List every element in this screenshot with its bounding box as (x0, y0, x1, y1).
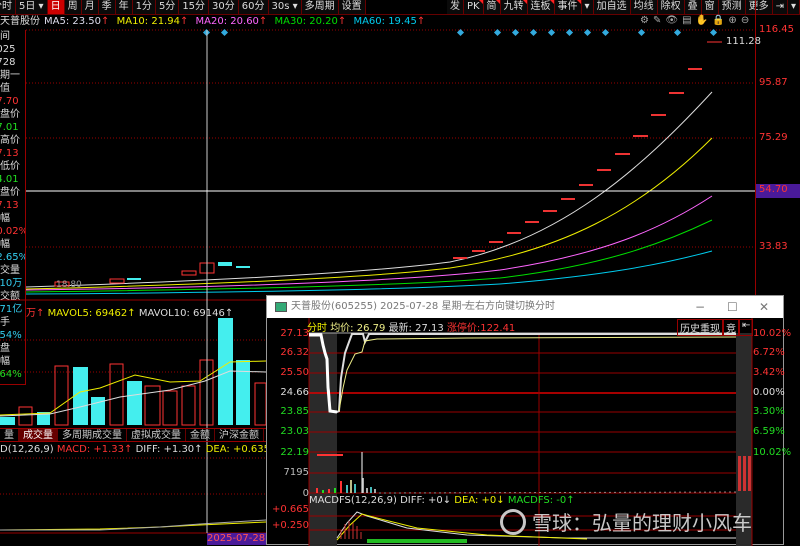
intraday-pct-tick: 3.42% (753, 367, 785, 378)
info-label-open-change: 开盘 (0, 343, 10, 354)
volume-unit: 万↑ (26, 308, 45, 319)
intraday-pct-tick: 3.30% (753, 406, 785, 417)
watermark-text: 雪球：弘量的理财小风车 (532, 511, 752, 535)
mavol5-value: MAVOL5: 69462↑ (47, 308, 136, 319)
info-year: 2025 (0, 44, 16, 55)
intraday-volume-tick: 7195 (283, 467, 309, 478)
mavol10-value: MAVOL10: 69146↑ (138, 308, 234, 319)
info-label-time: 时间 (0, 31, 10, 42)
intraday-volume-tick: 0 (302, 488, 309, 499)
minimize-button[interactable]: − (695, 296, 705, 318)
macdfs-dea: DEA: +0↓ (454, 495, 505, 506)
info-label-volume: 成交量 (0, 265, 20, 276)
info-open-change: 9.64% (0, 369, 22, 380)
macd-value: MACD: +1.33↑ (56, 444, 133, 455)
intraday-price-tick: 23.85 (280, 406, 309, 417)
intraday-price-tick: 27.13 (280, 328, 309, 339)
low-price-label: 18.80 (56, 280, 82, 290)
info-label-value: 数值 (0, 83, 10, 94)
tab-multi-period-volume[interactable]: 多周期成交量 (58, 429, 127, 441)
info-label-close: 收盘价 (0, 187, 20, 198)
info-label-amount: 成交额 (0, 291, 20, 302)
info-date: 0728 (0, 57, 16, 68)
price-tick: 116.45 (759, 24, 794, 35)
intraday-price-tick: 24.66 (280, 387, 309, 398)
watermark: 雪球：弘量的理财小风车 (500, 507, 752, 536)
limit-up-candles (453, 68, 702, 259)
intraday-pct-tick: 6.59% (753, 426, 785, 437)
auction-button[interactable]: 竞 (723, 319, 739, 336)
xueqiu-logo-icon (500, 508, 526, 535)
intraday-price-tick: 22.19 (280, 447, 309, 458)
intraday-price-tick: 26.32 (280, 347, 309, 358)
diff-value: DIFF: +1.30↑ (135, 444, 203, 455)
tab-volume-prev[interactable]: 量 (0, 429, 19, 441)
info-turnover: 0.54% (0, 330, 22, 341)
info-label-turnover: 换手 (0, 317, 10, 328)
tab-hs-amount[interactable]: 沪深金额 (215, 429, 264, 441)
price-tick: 33.83 (759, 241, 788, 252)
tab-amount[interactable]: 金额 (186, 429, 215, 441)
high-price-label: 111.28 (726, 36, 761, 47)
app-icon (275, 302, 287, 312)
info-amplitude: 12.65% (0, 252, 26, 263)
info-low: 24.01 (0, 174, 19, 185)
cursor-date-label: 2025-07-28,— (207, 533, 266, 545)
intraday-price-tick: 25.50 (280, 367, 309, 378)
intraday-buttons: 历史重现 竞 ⇤ (677, 319, 754, 336)
intraday-legend: 分时 均价: 26.79 最新: 27.13 涨停价:122.41 (307, 319, 515, 334)
cursor-price-label: 54.70 (756, 184, 800, 198)
collapse-icon[interactable]: ⇤ (739, 319, 754, 336)
limit-up-price: 涨停价:122.41 (446, 323, 516, 334)
macdfs-value: MACDFS: -0↑ (507, 495, 575, 506)
indicator-tabs: 量 成交量 多周期成交量 虚拟成交量 金额 沪深金额 沪深 (0, 428, 266, 442)
info-label-change: 涨幅 (0, 213, 10, 224)
avg-price: 均价: 26.79 (330, 323, 386, 334)
intraday-pct-tick: 10.02% (753, 328, 792, 339)
popup-title: 天普股份(605255) 2025-07-28 星期一 (291, 301, 472, 312)
info-amount: 2.71亿 (0, 304, 23, 315)
info-label-amplitude: 振幅 (0, 239, 10, 250)
last-price: 最新: 27.13 (388, 323, 444, 334)
history-replay-button[interactable]: 历史重现 (677, 319, 723, 336)
close-button[interactable]: ✕ (759, 296, 769, 318)
info-value: 27.70 (0, 96, 19, 107)
info-volume: 8.10万 (0, 278, 23, 289)
macd-name: D(12,26,9) (0, 444, 54, 455)
info-high: 27.13 (0, 148, 19, 159)
info-label-high: 最高价 (0, 135, 20, 146)
intraday-pct-tick: 10.02% (753, 447, 792, 458)
volume-legend: 万↑ MAVOL5: 69462↑ MAVOL10: 69146↑ (26, 304, 233, 319)
info-open: 27.01 (0, 122, 19, 133)
macdfs-name: MACDFS(12,26,9) (309, 495, 397, 506)
intraday-price-tick: 23.03 (280, 426, 309, 437)
intraday-label: 分时 (307, 323, 327, 334)
popup-hint: 左右方向键切换分时 (465, 301, 555, 312)
popup-titlebar[interactable]: 天普股份(605255) 2025-07-28 星期一 左右方向键切换分时 − … (267, 296, 783, 318)
tab-virtual-volume[interactable]: 虚拟成交量 (127, 429, 186, 441)
maximize-button[interactable]: ☐ (727, 296, 738, 318)
info-change: 10.02% (0, 226, 26, 237)
info-label-open: 开盘价 (0, 109, 20, 120)
macdfs-tick: +0.250 (271, 520, 309, 531)
info-close: 27.13 (0, 200, 19, 211)
intraday-pct-tick: 6.72% (753, 347, 785, 358)
price-tick: 75.29 (759, 132, 788, 143)
price-tick: 95.87 (759, 77, 788, 88)
info-weekday: 星期一 (0, 70, 20, 81)
tab-volume[interactable]: 成交量 (19, 429, 58, 441)
macdfs-tick: +0.665 (271, 504, 309, 515)
event-markers[interactable] (202, 28, 718, 37)
macd-legend: D(12,26,9) MACD: +1.33↑ DIFF: +1.30↑ DEA… (0, 444, 278, 455)
info-label-open-change2: 涨幅 (0, 356, 10, 367)
info-label-low: 最低价 (0, 161, 20, 172)
macdfs-legend: MACDFS(12,26,9) DIFF: +0↓ DEA: +0↓ MACDF… (309, 495, 575, 506)
macdfs-diff: DIFF: +0↓ (400, 495, 452, 506)
data-window: 时间 2025 0728 星期一 数值 27.70 开盘价 27.01 最高价 … (0, 30, 26, 385)
intraday-pct-tick: 0.00% (753, 387, 785, 398)
